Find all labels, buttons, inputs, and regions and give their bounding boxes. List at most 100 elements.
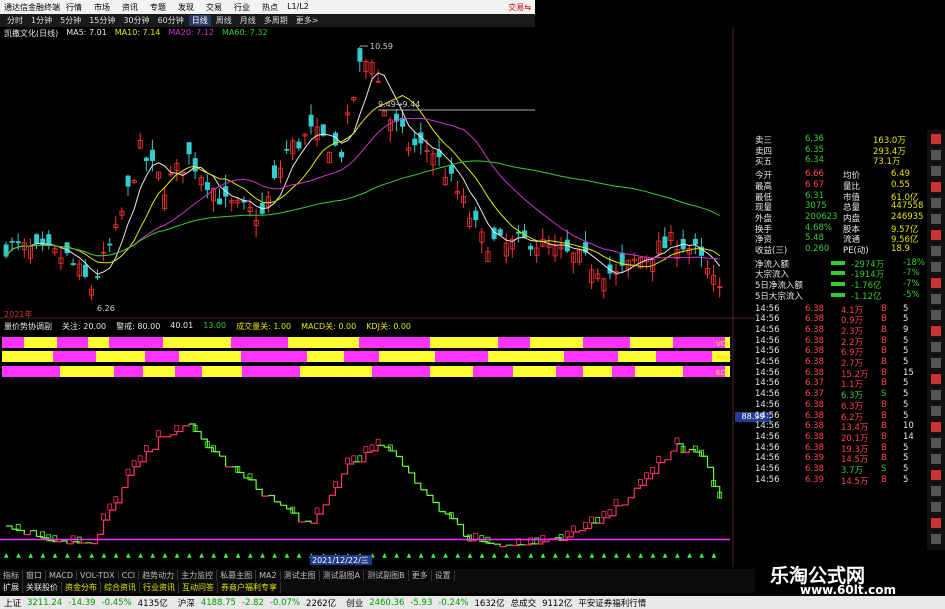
oscillator-step [164,434,172,438]
menu-item[interactable]: 市场 [88,2,116,13]
side-tab-icon[interactable] [931,278,941,288]
oscillator-step [548,537,556,540]
side-tab-icon[interactable] [931,214,941,224]
oscillator-step [262,495,269,497]
indicator-tab[interactable]: 测试副图A [320,569,365,581]
extension-tab[interactable]: 互动问答 [179,581,218,593]
signal-band-segment [513,366,556,377]
trade-button[interactable]: 交易⇆ [508,2,535,13]
side-tab-icon[interactable] [931,518,941,528]
signal-arrow: ▲ [638,552,643,559]
indicator-tab[interactable]: 趋势动力 [139,569,179,581]
indicator-tab[interactable]: 私募主图 [217,569,257,581]
extension-tab[interactable]: 资金分布 [62,581,101,593]
indicator-tab[interactable]: 测试主图 [281,569,320,581]
oscillator-marker [137,455,143,463]
side-tab-icon[interactable] [931,438,941,448]
period-3[interactable]: 15分钟 [86,15,118,26]
indicator-tab[interactable]: 测试副图B [364,569,409,581]
menu-item[interactable]: 交易 [200,2,228,13]
signal-band-segment [307,351,344,362]
side-tab-icon[interactable] [931,374,941,384]
signal-band-segment [618,351,656,362]
menu-item[interactable]: 热点 [256,2,284,13]
oscillator-step [494,543,501,547]
quote-value: 5.48 [805,233,824,244]
right-tab-strip[interactable] [927,130,945,550]
side-tab-icon[interactable] [931,262,941,272]
side-tab-icon[interactable] [931,246,941,256]
extension-tab[interactable]: 综合资讯 [101,581,140,593]
extension-tab[interactable]: 关联股价 [23,581,62,593]
period-2[interactable]: 5分钟 [57,15,84,26]
side-tab-icon[interactable] [931,310,941,320]
signal-arrow: ▲ [504,552,509,559]
oscillator-marker [351,455,357,463]
period-10[interactable]: 更多> [293,15,322,26]
indicator-tab[interactable]: 主力监控 [178,569,218,581]
menu-item[interactable]: 行业 [228,2,256,13]
signal-band-segment [379,351,435,362]
side-tab-icon[interactable] [931,150,941,160]
side-tab-icon[interactable] [931,422,941,432]
indicator-tab[interactable]: 更多 [409,569,432,581]
period-6[interactable]: 日线 [188,15,211,26]
side-tab-icon[interactable] [931,326,941,336]
side-tab-icon[interactable] [931,134,941,144]
menu-item[interactable]: 发现 [172,2,200,13]
tick-row: 14:56 6.38 4.1万 B 5 [753,304,925,316]
menu-item[interactable]: L1/L2 [284,2,312,13]
side-tab-icon[interactable] [931,406,941,416]
side-tab-icon[interactable] [931,534,941,544]
oscillator-step [237,471,245,478]
indicator-tab[interactable]: 设置 [432,569,455,581]
extension-tab[interactable]: 行业资讯 [140,581,179,593]
indicator-tab[interactable]: MA2 [256,570,281,580]
index-value: 2460.36 [369,597,405,608]
signal-arrow: ▲ [492,552,497,559]
side-tab-icon[interactable] [931,230,941,240]
oscillator-step [439,511,446,514]
side-tab-icon[interactable] [931,358,941,368]
side-tab-icon[interactable] [931,342,941,352]
indicator-tab[interactable]: CCI [119,570,140,580]
tick-row: 14:56 6.39 14.5万 B 5 [753,475,925,487]
extension-tab[interactable]: 扩展 [0,581,23,593]
oscillator-step [54,541,62,543]
period-7[interactable]: 周线 [213,15,235,26]
price-chart[interactable]: 9.509.008.508.007.507.006.5010.599.49→9.… [0,27,755,567]
oscillator-step [195,430,202,440]
signal-arrow: ▲ [28,552,33,559]
indicator-name[interactable]: 量价势协调副 [4,321,52,332]
indicator-tab[interactable]: VOL-TDX [77,570,119,580]
period-1[interactable]: 1分钟 [28,15,55,26]
tick-time: 14:56 [755,410,780,421]
side-tab-icon[interactable] [931,486,941,496]
side-tab-icon[interactable] [931,166,941,176]
extension-tab[interactable]: 券商户福利专享 [218,581,281,593]
side-tab-icon[interactable] [931,390,941,400]
menu-item[interactable]: 资讯 [116,2,144,13]
tick-price: 6.38 [805,421,824,432]
side-tab-icon[interactable] [931,182,941,192]
side-tab-icon[interactable] [931,294,941,304]
quote-label: 收益(三) [755,246,788,256]
tick-time: 14:56 [755,314,780,325]
menu-item[interactable]: 专题 [144,2,172,13]
flow-value: -1.12亿 [851,291,882,302]
period-9[interactable]: 多周期 [261,15,291,26]
side-tab-icon[interactable] [931,470,941,480]
period-0[interactable]: 分时 [4,15,26,26]
indicator-tab[interactable]: 指标 [0,569,23,581]
indicator-tab[interactable]: 窗口 [23,569,46,581]
side-tab-icon[interactable] [931,454,941,464]
oscillator-step [616,504,623,507]
side-tab-icon[interactable] [931,502,941,512]
tick-count: 15 [903,367,914,378]
period-4[interactable]: 30分钟 [120,15,152,26]
period-8[interactable]: 月线 [237,15,259,26]
period-5[interactable]: 60分钟 [155,15,187,26]
side-tab-icon[interactable] [931,198,941,208]
menu-item[interactable]: 行情 [60,2,88,13]
indicator-tab[interactable]: MACD [46,570,77,580]
